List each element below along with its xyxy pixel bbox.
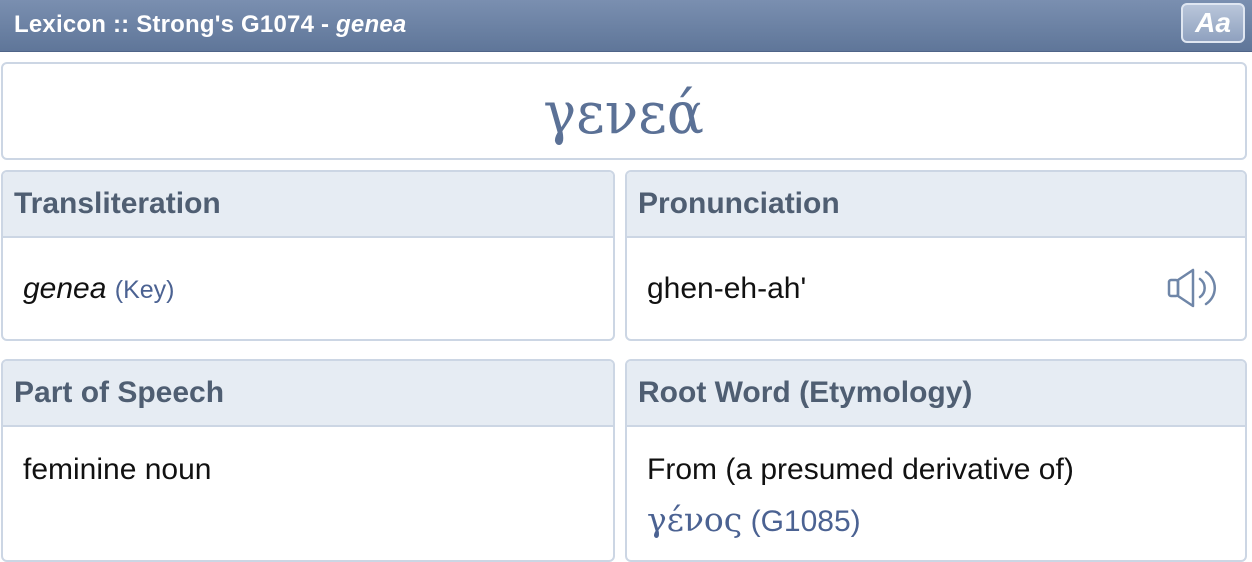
root-word-body: From (a presumed derivative of) γένος (G…	[627, 427, 1245, 547]
lemma-panel: γενεά	[1, 62, 1247, 160]
root-word-text: From (a presumed derivative of)	[647, 453, 1074, 486]
title-bar: Lexicon :: Strong's G1074 - genea Aa	[0, 0, 1252, 52]
root-word-strongs-link[interactable]: (G1085)	[751, 505, 861, 538]
title-word: genea	[336, 11, 407, 38]
root-word-card: Root Word (Etymology) From (a presumed d…	[625, 359, 1247, 562]
transliteration-card: Transliteration genea (Key)	[1, 170, 615, 341]
transliteration-body: genea (Key)	[3, 238, 613, 315]
root-word-links: γένος (G1085)	[647, 495, 1225, 547]
part-of-speech-value: feminine noun	[23, 453, 212, 486]
pronunciation-card: Pronunciation ghen-eh-ah'	[625, 170, 1247, 341]
lemma-heading: γενεά	[543, 79, 705, 147]
pronunciation-heading: Pronunciation	[627, 172, 1245, 238]
speaker-icon[interactable]	[1167, 266, 1221, 310]
font-size-button[interactable]: Aa	[1181, 3, 1245, 43]
part-of-speech-heading: Part of Speech	[3, 361, 613, 427]
part-of-speech-body: feminine noun	[3, 427, 613, 495]
transliteration-value: genea	[23, 272, 107, 305]
part-of-speech-card: Part of Speech feminine noun	[1, 359, 615, 562]
title-prefix: Lexicon :: Strong's G1074 -	[14, 11, 337, 38]
pronunciation-value: ghen-eh-ah'	[647, 272, 807, 305]
transliteration-heading: Transliteration	[3, 172, 613, 238]
window-title: Lexicon :: Strong's G1074 - genea	[14, 11, 406, 39]
root-word-greek-link[interactable]: γένος	[647, 500, 742, 539]
root-word-heading: Root Word (Etymology)	[627, 361, 1245, 427]
pronunciation-body: ghen-eh-ah'	[627, 238, 1245, 314]
transliteration-key-link[interactable]: (Key)	[115, 276, 175, 304]
